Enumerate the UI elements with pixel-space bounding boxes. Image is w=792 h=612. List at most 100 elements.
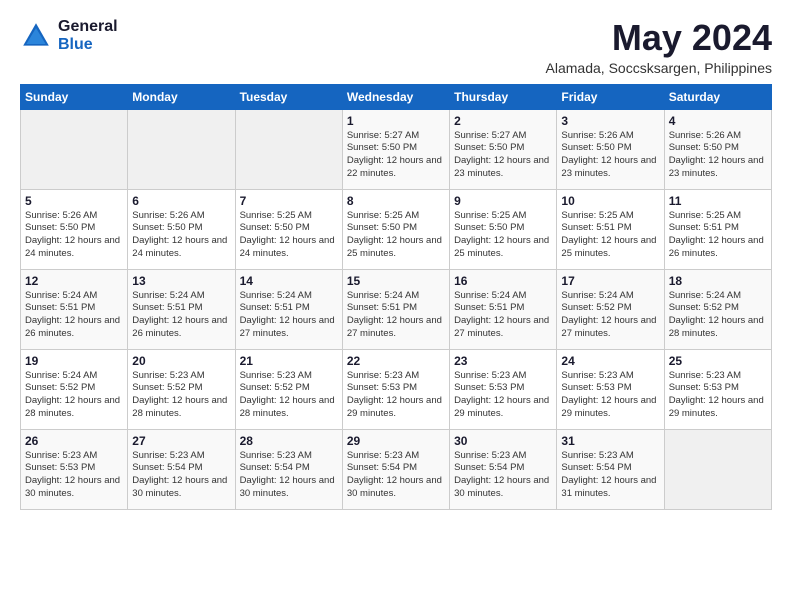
- table-cell: 20 Sunrise: 5:23 AM Sunset: 5:52 PM Dayli…: [128, 349, 235, 429]
- day-number: 16: [454, 274, 552, 288]
- table-cell: 2Sunrise: 5:27 AM Sunset: 5:50 PM Daylig…: [450, 109, 557, 189]
- table-cell: 1 Sunrise: 5:27 AM Sunset: 5:50 PM Daylig…: [342, 109, 449, 189]
- day-number: 28: [240, 434, 338, 448]
- title-block: May 2024 Alamada, Soccsksargen, Philippi…: [546, 18, 772, 76]
- col-sunday: Sunday: [21, 84, 128, 109]
- day-number: 12: [25, 274, 123, 288]
- table-cell: 29 Sunrise: 5:23 AM Sunset: 5:54 PM Dayli…: [342, 429, 449, 509]
- day-info: Sunrise: 5:26 AM Sunset: 5:50 PM Dayligh…: [132, 210, 230, 261]
- day-number: 7: [240, 194, 338, 208]
- logo-blue-text: Blue: [58, 36, 118, 54]
- week-row-5: 26 Sunrise: 5:23 AM Sunset: 5:53 PM Dayli…: [21, 429, 772, 509]
- table-cell: [664, 429, 771, 509]
- day-info: Sunrise: 5:24 AM Sunset: 5:51 PM Dayligh…: [454, 290, 552, 341]
- table-cell: 4 Sunrise: 5:26 AM Sunset: 5:50 PM Daylig…: [664, 109, 771, 189]
- day-number: 6: [132, 194, 230, 208]
- logo-general-text: General: [58, 18, 118, 36]
- day-info: Sunrise: 5:26 AM Sunset: 5:50 PM Dayligh…: [669, 130, 767, 181]
- day-info: Sunrise: 5:25 AM Sunset: 5:50 PM Dayligh…: [454, 210, 552, 261]
- day-info: Sunrise: 5:23 AM Sunset: 5:53 PM Dayligh…: [347, 370, 445, 421]
- table-cell: 9 Sunrise: 5:25 AM Sunset: 5:50 PM Daylig…: [450, 189, 557, 269]
- table-cell: 23 Sunrise: 5:23 AM Sunset: 5:53 PM Dayli…: [450, 349, 557, 429]
- logo-icon: [20, 20, 52, 52]
- day-info: Sunrise: 5:23 AM Sunset: 5:53 PM Dayligh…: [561, 370, 659, 421]
- day-info: Sunrise: 5:23 AM Sunset: 5:54 PM Dayligh…: [454, 450, 552, 501]
- table-cell: 8 Sunrise: 5:25 AM Sunset: 5:50 PM Daylig…: [342, 189, 449, 269]
- day-number: 11: [669, 194, 767, 208]
- day-number: 4: [669, 114, 767, 128]
- day-info: Sunrise: 5:26 AM Sunset: 5:50 PM Dayligh…: [561, 130, 659, 181]
- day-info: Sunrise: 5:23 AM Sunset: 5:54 PM Dayligh…: [240, 450, 338, 501]
- day-number: 1: [347, 114, 445, 128]
- day-info: Sunrise: 5:25 AM Sunset: 5:51 PM Dayligh…: [669, 210, 767, 261]
- day-number: 22: [347, 354, 445, 368]
- day-number: 18: [669, 274, 767, 288]
- header: General Blue May 2024 Alamada, Soccsksar…: [20, 18, 772, 76]
- day-number: 15: [347, 274, 445, 288]
- table-cell: 18 Sunrise: 5:24 AM Sunset: 5:52 PM Dayli…: [664, 269, 771, 349]
- table-cell: 3 Sunrise: 5:26 AM Sunset: 5:50 PM Daylig…: [557, 109, 664, 189]
- table-cell: 26 Sunrise: 5:23 AM Sunset: 5:53 PM Dayli…: [21, 429, 128, 509]
- day-number: 26: [25, 434, 123, 448]
- table-cell: 19Sunrise: 5:24 AM Sunset: 5:52 PM Dayli…: [21, 349, 128, 429]
- day-number: 19: [25, 354, 123, 368]
- day-number: 9: [454, 194, 552, 208]
- table-cell: [21, 109, 128, 189]
- col-saturday: Saturday: [664, 84, 771, 109]
- day-info: Sunrise: 5:24 AM Sunset: 5:52 PM Dayligh…: [669, 290, 767, 341]
- table-cell: 25 Sunrise: 5:23 AM Sunset: 5:53 PM Dayli…: [664, 349, 771, 429]
- table-cell: 14Sunrise: 5:24 AM Sunset: 5:51 PM Dayli…: [235, 269, 342, 349]
- table-cell: 27 Sunrise: 5:23 AM Sunset: 5:54 PM Dayli…: [128, 429, 235, 509]
- day-number: 8: [347, 194, 445, 208]
- week-row-4: 19Sunrise: 5:24 AM Sunset: 5:52 PM Dayli…: [21, 349, 772, 429]
- day-info: Sunrise: 5:23 AM Sunset: 5:54 PM Dayligh…: [347, 450, 445, 501]
- day-number: 3: [561, 114, 659, 128]
- day-info: Sunrise: 5:23 AM Sunset: 5:53 PM Dayligh…: [454, 370, 552, 421]
- day-info: Sunrise: 5:24 AM Sunset: 5:52 PM Dayligh…: [561, 290, 659, 341]
- table-cell: 16 Sunrise: 5:24 AM Sunset: 5:51 PM Dayli…: [450, 269, 557, 349]
- day-number: 27: [132, 434, 230, 448]
- table-cell: 5 Sunrise: 5:26 AM Sunset: 5:50 PM Daylig…: [21, 189, 128, 269]
- day-info: Sunrise: 5:23 AM Sunset: 5:53 PM Dayligh…: [669, 370, 767, 421]
- day-number: 5: [25, 194, 123, 208]
- day-number: 24: [561, 354, 659, 368]
- col-thursday: Thursday: [450, 84, 557, 109]
- day-info: Sunrise: 5:26 AM Sunset: 5:50 PM Dayligh…: [25, 210, 123, 261]
- day-info: Sunrise: 5:23 AM Sunset: 5:54 PM Dayligh…: [561, 450, 659, 501]
- day-number: 21: [240, 354, 338, 368]
- day-number: 17: [561, 274, 659, 288]
- day-number: 29: [347, 434, 445, 448]
- calendar-header: Sunday Monday Tuesday Wednesday Thursday…: [21, 84, 772, 109]
- day-info: Sunrise: 5:23 AM Sunset: 5:52 PM Dayligh…: [240, 370, 338, 421]
- table-cell: 17 Sunrise: 5:24 AM Sunset: 5:52 PM Dayli…: [557, 269, 664, 349]
- table-cell: 12 Sunrise: 5:24 AM Sunset: 5:51 PM Dayli…: [21, 269, 128, 349]
- table-cell: 22 Sunrise: 5:23 AM Sunset: 5:53 PM Dayli…: [342, 349, 449, 429]
- col-monday: Monday: [128, 84, 235, 109]
- day-info: Sunrise: 5:23 AM Sunset: 5:52 PM Dayligh…: [132, 370, 230, 421]
- col-tuesday: Tuesday: [235, 84, 342, 109]
- day-number: 13: [132, 274, 230, 288]
- week-row-3: 12 Sunrise: 5:24 AM Sunset: 5:51 PM Dayli…: [21, 269, 772, 349]
- table-cell: 24 Sunrise: 5:23 AM Sunset: 5:53 PM Dayli…: [557, 349, 664, 429]
- week-row-2: 5 Sunrise: 5:26 AM Sunset: 5:50 PM Daylig…: [21, 189, 772, 269]
- table-cell: 7Sunrise: 5:25 AM Sunset: 5:50 PM Daylig…: [235, 189, 342, 269]
- logo-text: General Blue: [58, 18, 118, 53]
- day-number: 20: [132, 354, 230, 368]
- day-number: 30: [454, 434, 552, 448]
- table-cell: 30 Sunrise: 5:23 AM Sunset: 5:54 PM Dayli…: [450, 429, 557, 509]
- table-cell: 13Sunrise: 5:24 AM Sunset: 5:51 PM Dayli…: [128, 269, 235, 349]
- table-cell: [128, 109, 235, 189]
- table-cell: 10Sunrise: 5:25 AM Sunset: 5:51 PM Dayli…: [557, 189, 664, 269]
- day-info: Sunrise: 5:24 AM Sunset: 5:51 PM Dayligh…: [240, 290, 338, 341]
- day-number: 25: [669, 354, 767, 368]
- calendar-body: 1 Sunrise: 5:27 AM Sunset: 5:50 PM Daylig…: [21, 109, 772, 509]
- day-info: Sunrise: 5:23 AM Sunset: 5:53 PM Dayligh…: [25, 450, 123, 501]
- col-wednesday: Wednesday: [342, 84, 449, 109]
- day-info: Sunrise: 5:27 AM Sunset: 5:50 PM Dayligh…: [347, 130, 445, 181]
- day-info: Sunrise: 5:23 AM Sunset: 5:54 PM Dayligh…: [132, 450, 230, 501]
- day-info: Sunrise: 5:25 AM Sunset: 5:51 PM Dayligh…: [561, 210, 659, 261]
- day-info: Sunrise: 5:24 AM Sunset: 5:51 PM Dayligh…: [25, 290, 123, 341]
- day-number: 2: [454, 114, 552, 128]
- day-info: Sunrise: 5:25 AM Sunset: 5:50 PM Dayligh…: [347, 210, 445, 261]
- day-number: 23: [454, 354, 552, 368]
